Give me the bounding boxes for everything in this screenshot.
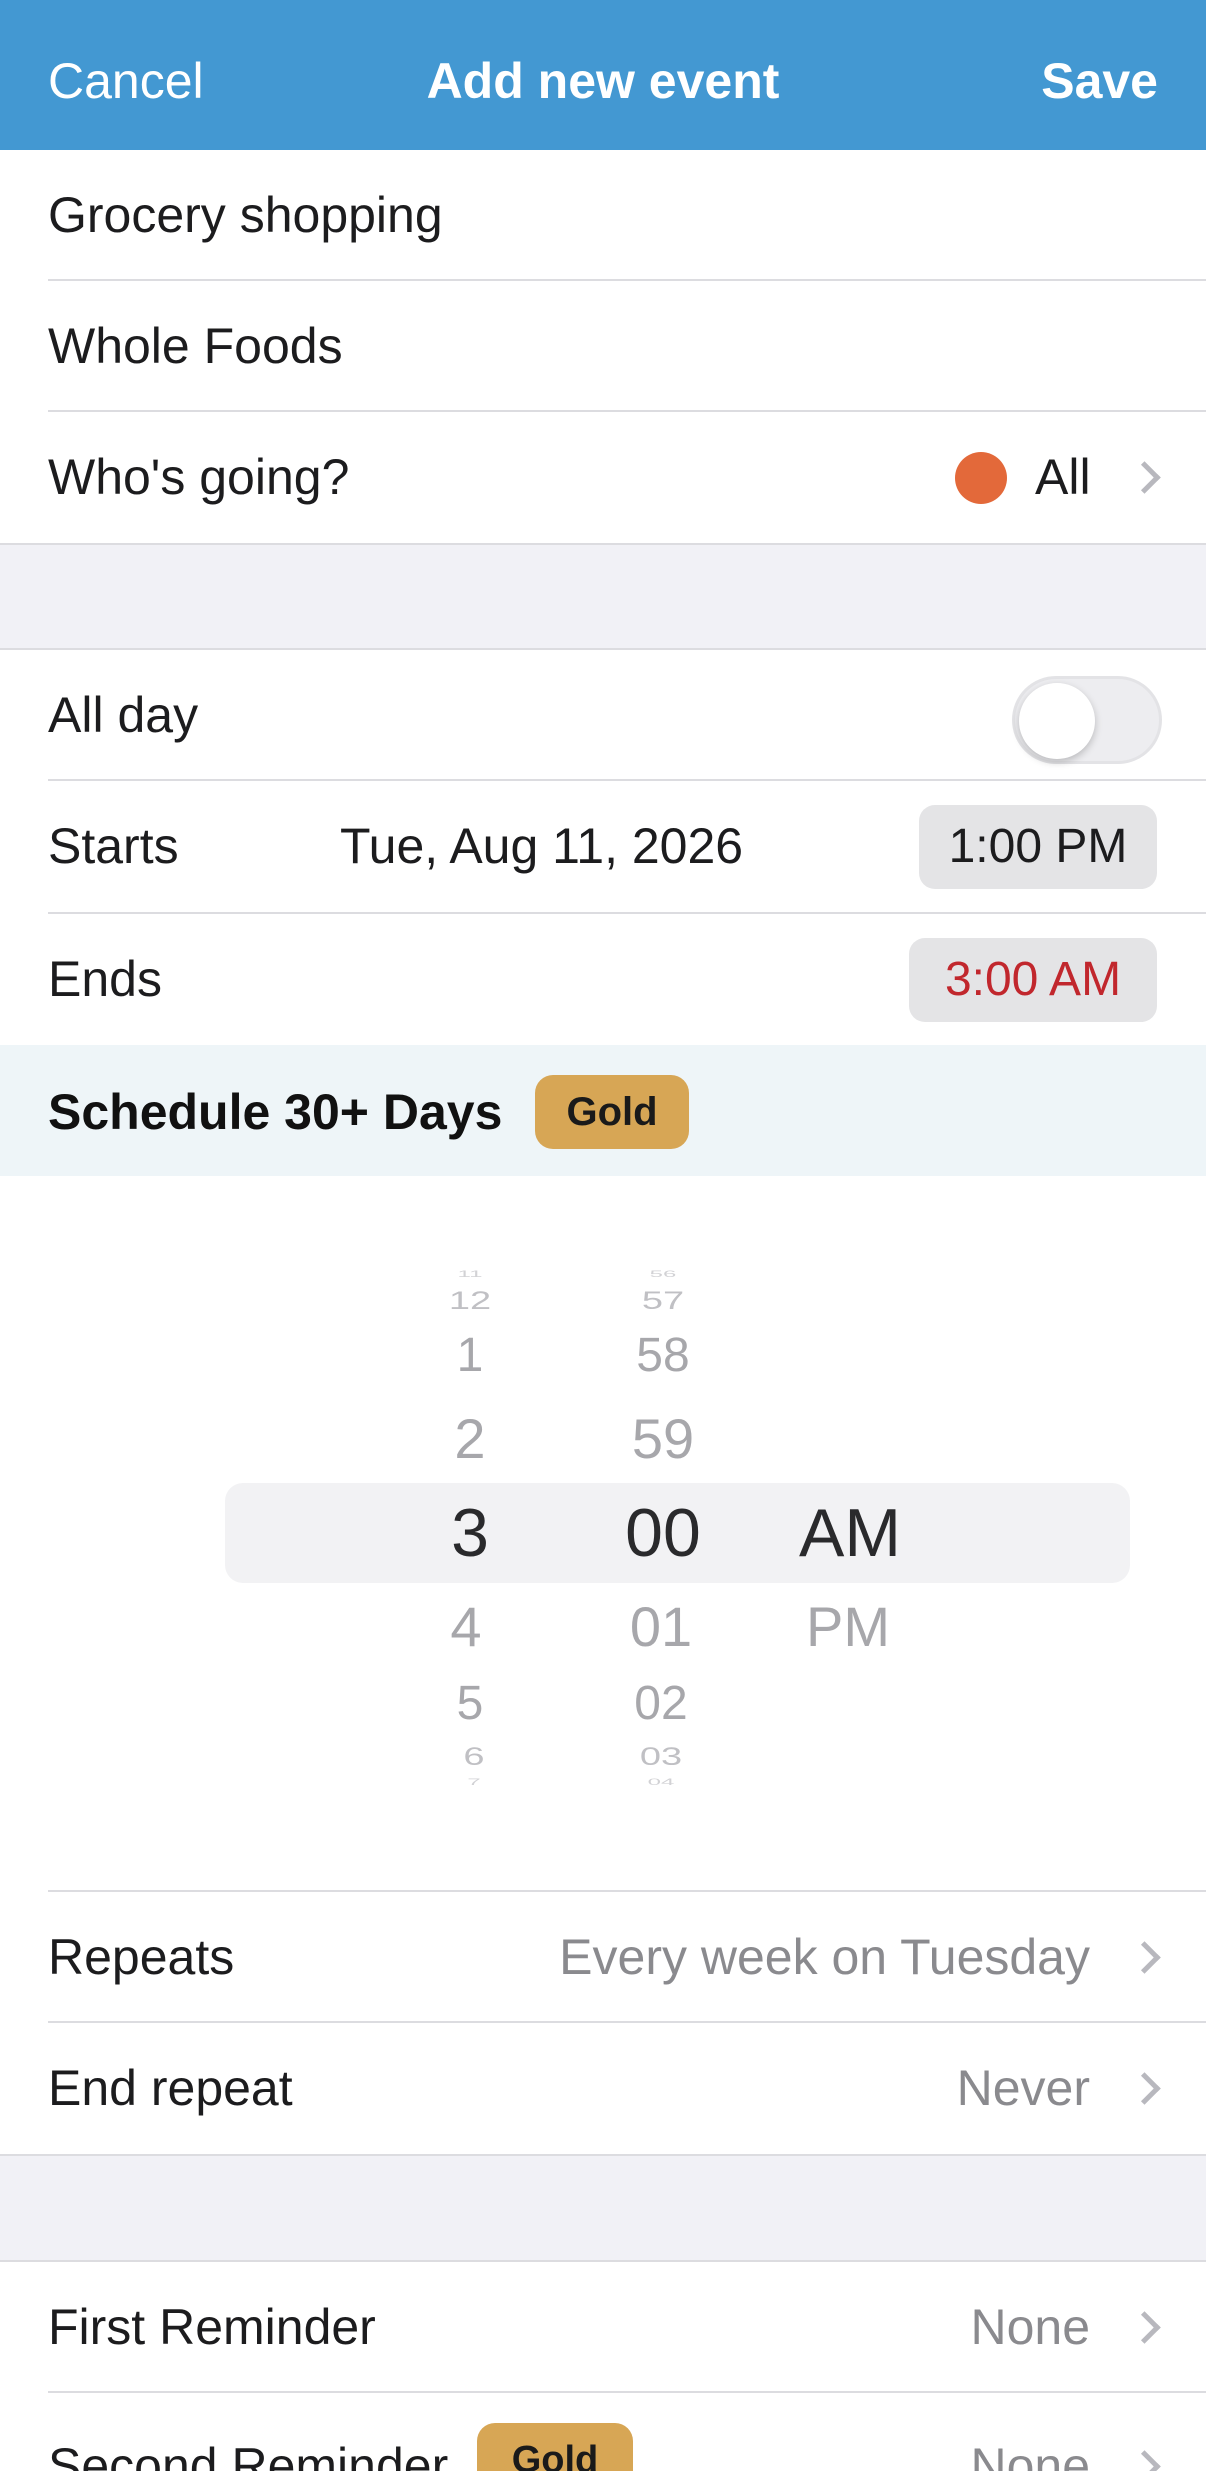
picker-hour[interactable]: 6 [404,1744,544,1772]
schedule-promo-banner[interactable]: Schedule 30+ Days Gold [0,1045,1206,1176]
picker-hour-selected[interactable]: 3 [400,1494,540,1572]
picker-hour[interactable]: 1 [400,1328,540,1383]
end-repeat-label: End repeat [48,2060,293,2116]
page-title: Add new event [426,53,780,109]
ends-row: Ends 3:00 AM [0,914,1206,1045]
picker-period-selected[interactable]: AM [760,1494,940,1572]
repeats-value: Every week on Tuesday [559,1929,1090,1985]
starts-row: Starts Tue, Aug 11, 2026 1:00 PM [0,781,1206,912]
picker-minute[interactable]: 02 [581,1676,741,1731]
second-reminder-label: Second Reminder [48,2438,449,2471]
picker-minute[interactable]: 57 [583,1288,743,1316]
end-repeat-row[interactable]: End repeat Never [0,2023,1206,2154]
first-reminder-label: First Reminder [48,2299,376,2355]
picker-hour[interactable]: 4 [396,1594,536,1659]
ends-label: Ends [48,951,162,1007]
picker-hour[interactable]: 2 [400,1406,540,1471]
second-reminder-row[interactable]: Second Reminder Gold None [0,2393,1206,2471]
first-reminder-value: None [970,2299,1090,2355]
repeats-label: Repeats [48,1929,235,1985]
whos-going-value: All [1035,449,1091,505]
picker-hour[interactable]: 7 [404,1776,544,1787]
picker-minute[interactable]: 56 [583,1268,743,1279]
chevron-right-icon [1128,2450,1161,2471]
picker-minute[interactable]: 01 [581,1594,741,1659]
picker-period[interactable]: PM [758,1594,938,1659]
picker-minute[interactable]: 59 [583,1406,743,1471]
picker-minute[interactable]: 03 [581,1744,741,1772]
chevron-right-icon [1128,2072,1161,2105]
whos-going-row[interactable]: Who's going? All [0,412,1206,543]
start-date-value[interactable]: Tue, Aug 11, 2026 [340,817,743,875]
event-title-field[interactable]: Grocery shopping [0,150,1206,281]
whos-going-label: Who's going? [48,449,350,505]
picker-minute[interactable]: 04 [581,1776,741,1787]
section-gap [0,545,1206,648]
picker-hour[interactable]: 12 [400,1288,540,1316]
time-picker[interactable]: 11 12 1 2 3 4 5 6 7 56 57 58 59 00 01 02… [0,1176,1206,1890]
event-location-text: Whole Foods [48,318,343,374]
promo-text: Schedule 30+ Days [48,1084,503,1140]
second-reminder-value: None [970,2438,1090,2471]
end-time-button[interactable]: 3:00 AM [909,938,1157,1022]
member-color-dot [955,452,1007,504]
picker-minute-selected[interactable]: 00 [583,1494,743,1572]
end-repeat-value: Never [956,2060,1090,2116]
all-day-row: All day [0,650,1206,781]
picker-hour[interactable]: 5 [400,1676,540,1731]
picker-hour[interactable]: 11 [400,1268,540,1279]
first-reminder-row[interactable]: First Reminder None [0,2262,1206,2393]
picker-minute[interactable]: 58 [583,1328,743,1383]
gold-badge: Gold [477,2423,633,2471]
event-location-field[interactable]: Whole Foods [0,281,1206,412]
event-title-text: Grocery shopping [48,187,443,243]
repeats-row[interactable]: Repeats Every week on Tuesday [0,1892,1206,2023]
save-button[interactable]: Save [1041,52,1158,110]
gold-badge: Gold [535,1075,689,1149]
section-gap [0,2156,1206,2260]
start-time-button[interactable]: 1:00 PM [919,805,1157,889]
chevron-right-icon [1128,461,1161,494]
starts-label: Starts [48,818,179,874]
toggle-knob [1019,683,1095,759]
all-day-toggle[interactable] [1012,676,1162,764]
all-day-label: All day [48,687,199,743]
nav-header: Cancel Add new event Save [0,0,1206,150]
chevron-right-icon [1128,1941,1161,1974]
chevron-right-icon [1128,2311,1161,2344]
